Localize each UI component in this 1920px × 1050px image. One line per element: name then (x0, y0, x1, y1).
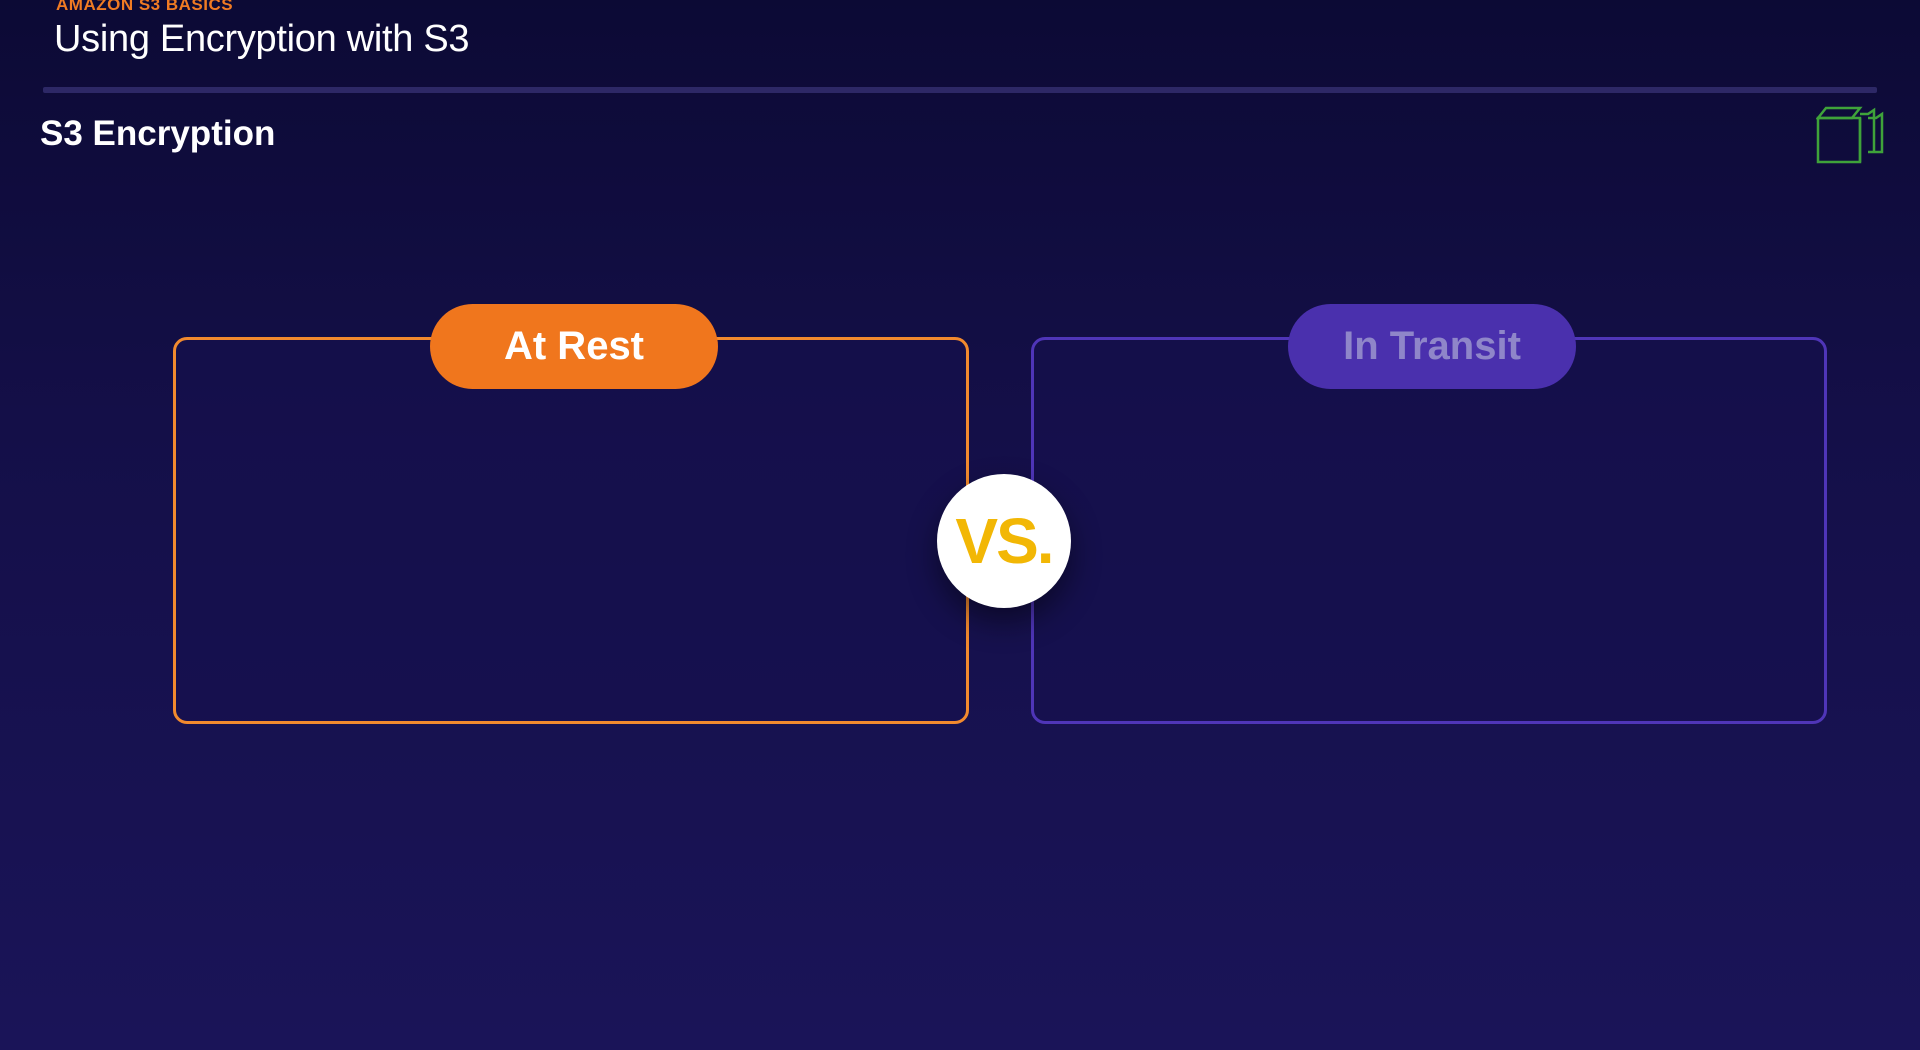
at-rest-label: At Rest (430, 304, 718, 389)
in-transit-label: In Transit (1288, 304, 1576, 389)
in-transit-panel (1031, 337, 1827, 724)
s3-stack-icon (1816, 106, 1884, 164)
vs-badge: VS. (937, 474, 1071, 608)
course-eyebrow: AMAZON S3 BASICS (56, 0, 234, 14)
section-title: S3 Encryption (40, 114, 276, 153)
header-divider (43, 87, 1877, 93)
lesson-title: Using Encryption with S3 (54, 18, 470, 60)
at-rest-panel (173, 337, 969, 724)
